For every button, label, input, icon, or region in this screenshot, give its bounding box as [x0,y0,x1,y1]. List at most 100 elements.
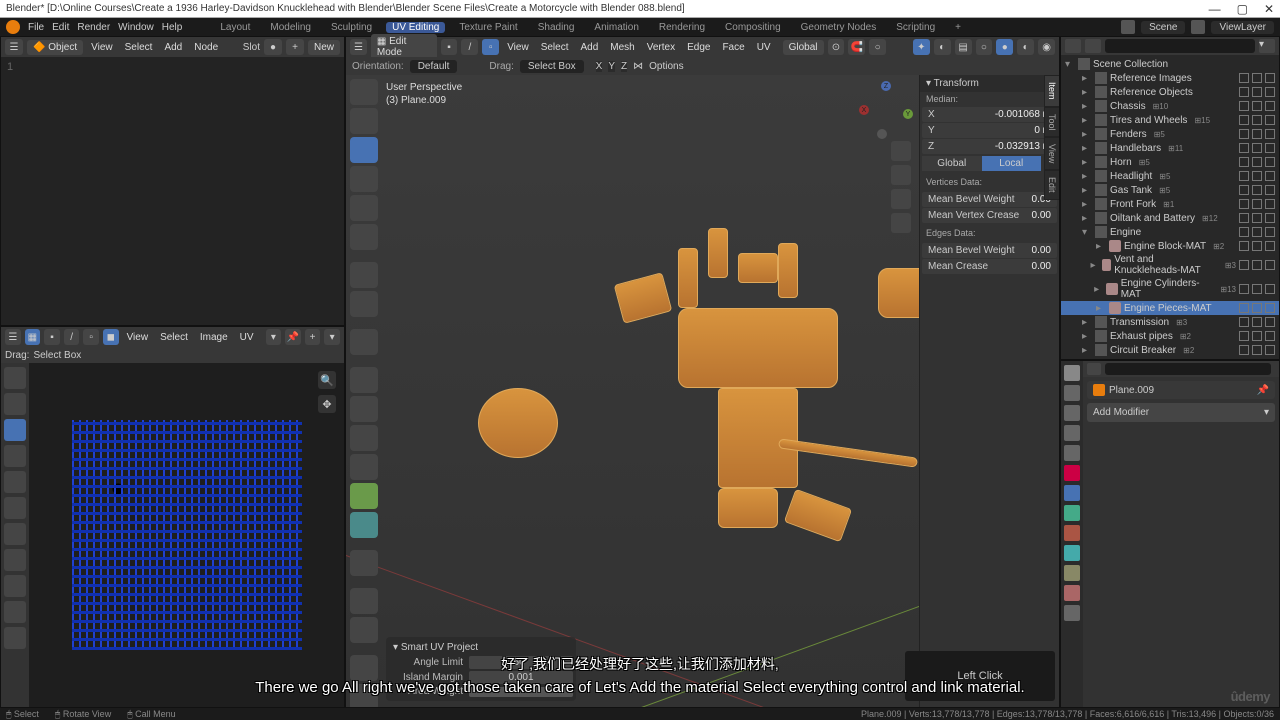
constraint-tab-icon[interactable] [1064,545,1080,561]
median-x-field[interactable]: X-0.001068 m [922,107,1057,122]
outliner-caret[interactable]: ▸ [1082,101,1092,112]
menu-select[interactable]: Select [537,42,573,53]
outliner-row[interactable]: ▸Front Fork ⊞1 [1061,197,1279,211]
edge-crease-field[interactable]: Mean Crease0.00 [922,259,1057,274]
face-select-icon[interactable]: ▫ [482,39,499,55]
visibility-toggle[interactable] [1252,101,1262,111]
tool-select[interactable] [4,393,26,415]
exclude-toggle[interactable] [1239,157,1249,167]
n-panel-tab-item[interactable]: Item [1044,75,1059,107]
exclude-toggle[interactable] [1239,101,1249,111]
exclude-toggle[interactable] [1239,227,1249,237]
visibility-toggle[interactable] [1252,129,1262,139]
outliner-caret[interactable]: ▸ [1082,129,1092,140]
gizmo-icon[interactable]: ✦ [913,39,930,55]
outliner-caret[interactable]: ▸ [1082,317,1092,328]
mesh-tab-icon[interactable] [1064,565,1080,581]
visibility-toggle[interactable] [1252,331,1262,341]
tool-loopcut[interactable] [350,454,378,480]
options-dropdown[interactable]: Options [649,61,683,72]
shade-mat-icon[interactable]: ◐ [1017,39,1034,55]
menu-render[interactable]: Render [77,22,110,33]
outliner-caret[interactable]: ▸ [1091,260,1099,271]
outliner-row[interactable]: ▾Engine [1061,225,1279,239]
tool-cursor[interactable] [350,108,378,134]
exclude-toggle[interactable] [1239,317,1249,327]
exclude-toggle[interactable] [1239,73,1249,83]
blender-icon[interactable] [6,20,20,34]
menu-image[interactable]: Image [196,332,232,343]
uv-select-mode-icon[interactable]: ▫ [83,329,99,345]
transform-header[interactable]: ▾ Transform [920,75,1059,92]
editor-type-icon[interactable] [1065,39,1081,53]
tool-smooth[interactable] [350,588,378,614]
navigation-gizmo[interactable]: X Y Z [859,85,909,135]
outliner-caret[interactable]: ▸ [1082,199,1092,210]
pan-icon[interactable]: ✥ [318,395,336,413]
tool-measure[interactable] [350,291,378,317]
exclude-toggle[interactable] [1239,284,1249,294]
camera-icon[interactable] [891,189,911,209]
shader-editor-body[interactable]: 1 [1,57,344,325]
exclude-toggle[interactable] [1239,331,1249,341]
zoom-icon[interactable] [891,141,911,161]
editor-type-icon[interactable]: ☰ [350,39,367,55]
shade-wire-icon[interactable]: ○ [976,39,993,55]
outliner-row[interactable]: ▸Reference Images [1061,71,1279,85]
outliner-caret[interactable]: ▾ [1082,227,1092,238]
tool-cursor[interactable] [4,549,26,571]
outliner-row[interactable]: ▸Chassis ⊞10 [1061,99,1279,113]
visibility-toggle[interactable] [1252,199,1262,209]
mirror-y-icon[interactable]: Y [608,61,615,72]
menu-select[interactable]: Select [156,332,192,343]
editor-type-icon[interactable]: ☰ [5,39,23,55]
visibility-toggle[interactable] [1252,143,1262,153]
render-toggle[interactable] [1265,241,1275,251]
outliner-row[interactable]: ▸Handlebars ⊞11 [1061,141,1279,155]
object-tab-icon[interactable] [1064,465,1080,481]
render-toggle[interactable] [1265,115,1275,125]
render-toggle[interactable] [1265,157,1275,167]
uv-select-mode-icon[interactable]: ▪ [44,329,60,345]
tool-knife[interactable] [350,483,378,509]
render-tab-icon[interactable] [1064,365,1080,381]
tool-move[interactable] [350,137,378,163]
editor-type-icon[interactable]: ☰ [5,329,21,345]
outliner-row[interactable]: ▸Exhaust pipes ⊞2 [1061,329,1279,343]
visibility-toggle[interactable] [1252,115,1262,125]
tool-rip[interactable] [4,575,26,597]
prop-edit-icon[interactable]: ○ [869,39,886,55]
render-toggle[interactable] [1265,87,1275,97]
scene-field[interactable]: Scene [1141,21,1185,34]
menu-add[interactable]: Add [160,42,186,53]
menu-vertex[interactable]: Vertex [643,42,679,53]
image-browse-icon[interactable]: ▾ [266,329,282,345]
n-panel-tab-tool[interactable]: Tool [1044,107,1059,138]
render-toggle[interactable] [1265,260,1275,270]
visibility-toggle[interactable] [1252,260,1262,270]
outliner-caret[interactable]: ▸ [1082,87,1092,98]
menu-help[interactable]: Help [162,22,183,33]
median-z-field[interactable]: Z-0.032913 m [922,139,1057,154]
tool-spin[interactable] [350,550,378,576]
uv-select-mode-icon[interactable]: / [64,329,80,345]
visibility-toggle[interactable] [1252,284,1262,294]
visibility-toggle[interactable] [1252,227,1262,237]
view-tab-icon[interactable] [1064,405,1080,421]
outliner-row[interactable]: ▸Vent and Knuckleheads-MAT ⊞3 [1061,253,1279,277]
outliner-body[interactable]: ▾ Scene Collection ▸Reference Images▸Ref… [1061,55,1279,359]
render-toggle[interactable] [1265,143,1275,153]
tool-tweak[interactable] [4,367,26,389]
select-mode-dropdown[interactable]: Select Box [33,350,81,361]
render-toggle[interactable] [1265,345,1275,355]
tool-scale[interactable] [4,471,26,493]
outliner-row[interactable]: ▸Engine Block-MAT ⊞2 [1061,239,1279,253]
tool-annotate[interactable] [350,262,378,288]
tool-transform[interactable] [4,497,26,519]
outliner-row[interactable]: ▸Tires and Wheels ⊞15 [1061,113,1279,127]
tool-inset[interactable] [350,396,378,422]
workspace-tab[interactable]: Scripting [890,22,941,33]
menu-face[interactable]: Face [718,42,748,53]
properties-search[interactable] [1105,363,1271,375]
menu-uv[interactable]: UV [236,332,258,343]
